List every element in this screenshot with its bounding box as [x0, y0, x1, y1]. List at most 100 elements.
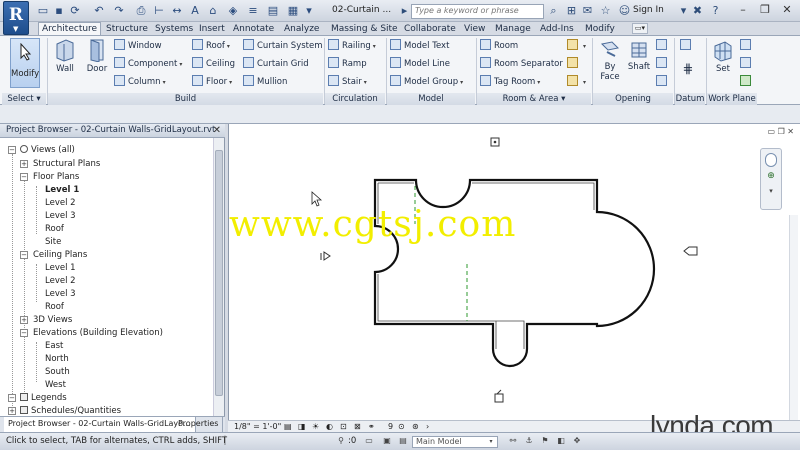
tree-item-floor-site[interactable]: Site	[45, 236, 61, 248]
model-text-button[interactable]: Model Text	[390, 39, 449, 53]
search-input[interactable]: Type a keyword or phrase	[411, 4, 544, 19]
model-line-button[interactable]: Model Line	[390, 57, 450, 71]
sun-path-icon[interactable]: ☀	[312, 421, 319, 432]
select-by-face-icon[interactable]: ◧	[556, 436, 566, 446]
analysis-icon[interactable]: ›	[426, 421, 429, 432]
tree-item-legends[interactable]: Legends	[20, 392, 67, 404]
subscription-icon[interactable]: ⊞	[564, 3, 579, 18]
user-icon[interactable]: ☺	[617, 3, 632, 18]
roof-button[interactable]: Roof ▾	[192, 39, 230, 53]
railing-button[interactable]: Railing ▾	[328, 39, 376, 53]
tab-properties[interactable]: Properties	[174, 417, 224, 432]
view-scale[interactable]: 1/8" = 1'-0"	[234, 421, 281, 432]
door-button[interactable]: Door	[84, 38, 110, 74]
3d-view-icon[interactable]: ⌂	[206, 4, 220, 18]
favorites-icon[interactable]: ☆	[598, 3, 613, 18]
mullion-button[interactable]: Mullion	[243, 75, 287, 89]
tag-room-button[interactable]: Tag Room ▾	[480, 75, 540, 89]
thin-lines-icon[interactable]: ≡	[246, 4, 260, 18]
shadows-icon[interactable]: ◐	[326, 421, 333, 432]
component-button[interactable]: Component ▾	[114, 57, 182, 71]
area-button[interactable]: ▾	[567, 39, 586, 53]
tree-item-elevation-west[interactable]: West	[45, 379, 66, 391]
ceiling-button[interactable]: Ceiling	[192, 57, 235, 71]
tree-item-ceiling-plans[interactable]: Ceiling Plans	[33, 249, 87, 261]
design-options-icon[interactable]: ▭	[364, 436, 374, 446]
tab-architecture[interactable]: Architecture	[38, 22, 102, 36]
tab-project-browser[interactable]: Project Browser - 02-Curtain Walls-GridL…	[4, 417, 196, 432]
reveal-hidden-icon[interactable]: ⊙	[398, 421, 405, 432]
expand-icon[interactable]: +	[8, 407, 16, 415]
editable-only-icon[interactable]: ▣	[382, 436, 392, 446]
tag-area-button[interactable]: ▾	[567, 75, 586, 89]
elevation-marker-east[interactable]	[683, 246, 698, 256]
tree-item-floor-level-3[interactable]: Level 3	[45, 210, 76, 222]
tree-item-ceiling-level-1[interactable]: Level 1	[45, 262, 76, 274]
tree-item-elevation-east[interactable]: East	[45, 340, 63, 352]
drawing-area[interactable]: ▭ ❐ ✕	[228, 124, 800, 420]
temp-view-properties-icon[interactable]: ⊛	[412, 421, 419, 432]
tree-item-elevations[interactable]: Elevations (Building Elevation)	[33, 327, 163, 339]
level-button[interactable]	[680, 39, 694, 53]
exchange-icon[interactable]: ✖	[690, 3, 705, 18]
close-button[interactable]: ✕	[778, 2, 796, 18]
worksets-icon[interactable]: ⚲	[336, 436, 346, 446]
wall-button[interactable]: Wall	[52, 38, 78, 74]
model-select-dropdown-icon[interactable]: ▾	[486, 437, 496, 447]
tree-item-elevation-north[interactable]: North	[45, 353, 69, 365]
curtain-system-button[interactable]: Curtain System	[243, 39, 323, 53]
stair-button[interactable]: Stair ▾	[328, 75, 367, 89]
room-separator-button[interactable]: Room Separator	[480, 57, 563, 71]
sync-icon[interactable]: ⟳	[68, 4, 82, 18]
show-work-plane-button[interactable]	[740, 39, 754, 53]
sign-in-dropdown-icon[interactable]: ▾	[676, 3, 691, 18]
collapse-icon[interactable]: −	[8, 146, 16, 154]
curtain-grid-button[interactable]: Curtain Grid	[243, 57, 309, 71]
temporary-hide-icon[interactable]: ⚭	[368, 421, 375, 432]
expand-icon[interactable]: +	[20, 160, 28, 168]
select-panel-label[interactable]: Select ▾	[2, 93, 46, 105]
shaft-button[interactable]: Shaft	[626, 40, 652, 72]
set-work-plane-button[interactable]: Set	[711, 40, 735, 74]
undo-icon[interactable]: ↶	[92, 4, 106, 18]
section-icon[interactable]: ◈	[226, 4, 240, 18]
collapse-icon[interactable]: −	[20, 251, 28, 259]
wall-opening-button[interactable]	[656, 39, 670, 53]
redo-icon[interactable]: ↷	[112, 4, 126, 18]
drag-elements-icon[interactable]: ✥	[572, 436, 582, 446]
ref-plane-button[interactable]	[740, 57, 754, 71]
room-button[interactable]: Room	[480, 39, 518, 53]
collapse-icon[interactable]: −	[20, 329, 28, 337]
minimize-ribbon-icon[interactable]: ▭▾	[632, 23, 648, 34]
close-hidden-icon[interactable]: ▤	[266, 4, 280, 18]
detail-count[interactable]: 9	[388, 421, 393, 432]
opening-by-face-button[interactable]: By Face	[598, 40, 622, 82]
room-area-panel-label[interactable]: Room & Area ▾	[477, 93, 591, 105]
elevation-marker-south[interactable]	[494, 389, 504, 403]
switch-windows-icon[interactable]: ▦	[286, 4, 300, 18]
application-menu-button[interactable]: R ▼	[3, 1, 29, 35]
area-boundary-button[interactable]	[567, 57, 581, 71]
model-group-button[interactable]: Model Group ▾	[390, 75, 463, 89]
drawing-scrollbar[interactable]	[789, 215, 798, 420]
save-icon[interactable]: ▪	[52, 4, 66, 18]
steering-wheel-icon[interactable]	[765, 153, 777, 167]
minimize-button[interactable]: –	[734, 2, 752, 18]
sign-in-button[interactable]: Sign In	[633, 5, 664, 15]
modify-button[interactable]: Modify	[10, 38, 40, 88]
tree-item-floor-level-1[interactable]: Level 1	[45, 184, 79, 196]
crop-view-icon[interactable]: ⊡	[340, 421, 347, 432]
tag-icon[interactable]: A	[188, 4, 202, 18]
tree-item-views[interactable]: Views (all)	[20, 144, 75, 156]
scrollbar-thumb[interactable]	[215, 150, 223, 396]
tree-item-elevation-south[interactable]: South	[45, 366, 70, 378]
tree-item-floor-level-2[interactable]: Level 2	[45, 197, 76, 209]
grid-button[interactable]: ⋕	[679, 62, 697, 77]
tree-item-ceiling-level-3[interactable]: Level 3	[45, 288, 76, 300]
ramp-button[interactable]: Ramp	[328, 57, 367, 71]
restore-button[interactable]: ❐	[756, 2, 774, 18]
collapse-icon[interactable]: −	[8, 394, 16, 402]
tree-item-structural-plans[interactable]: Structural Plans	[33, 158, 100, 170]
filter-icon[interactable]: ▤	[398, 436, 408, 446]
project-browser-scrollbar[interactable]	[213, 138, 224, 418]
